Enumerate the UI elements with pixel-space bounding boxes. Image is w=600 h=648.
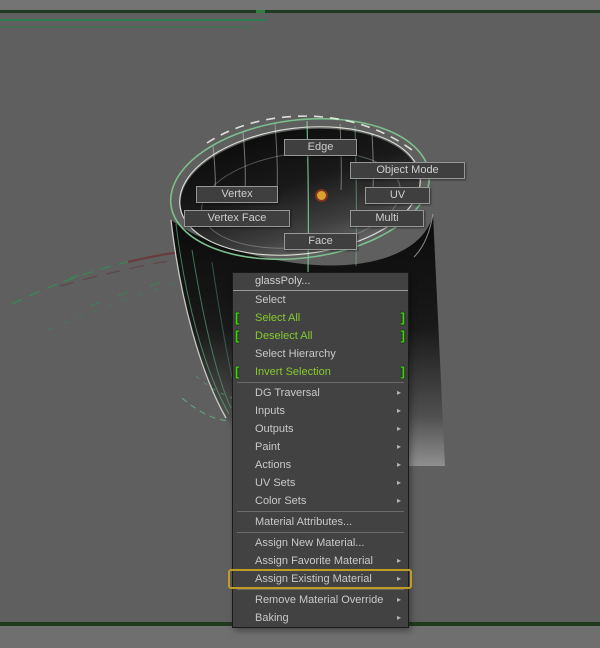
menu-item-label: Outputs <box>255 423 294 435</box>
menu-separator <box>237 532 404 533</box>
submenu-arrow-icon: ▸ <box>396 613 401 622</box>
submenu-arrow-icon: ▸ <box>396 460 401 469</box>
submenu-arrow-icon: ▸ <box>396 442 401 451</box>
menu-item-inputs[interactable]: Inputs ▸ <box>233 402 408 420</box>
menu-item-invert-selection[interactable]: [ Invert Selection ] <box>233 363 408 381</box>
menu-item-uv-sets[interactable]: UV Sets ▸ <box>233 474 408 492</box>
menu-item-remove-material-override[interactable]: Remove Material Override ▸ <box>233 591 408 609</box>
marking-menu-object-mode[interactable]: Object Mode <box>350 162 465 179</box>
menu-item-label: Select Hierarchy <box>255 348 336 360</box>
marking-menu-edge[interactable]: Edge <box>284 139 357 156</box>
menu-item-label: Remove Material Override <box>255 594 384 606</box>
menu-item-label: Assign Existing Material <box>255 573 372 585</box>
submenu-arrow-icon: ▸ <box>396 556 401 565</box>
menu-item-label: DG Traversal <box>255 387 320 399</box>
menu-separator <box>237 382 404 383</box>
marking-menu-vertex[interactable]: Vertex <box>196 186 278 203</box>
menu-item-label: Invert Selection <box>255 366 331 378</box>
menu-separator <box>237 589 404 590</box>
menu-item-outputs[interactable]: Outputs ▸ <box>233 420 408 438</box>
menu-item-paint[interactable]: Paint ▸ <box>233 438 408 456</box>
bracket-left: [ <box>235 328 240 343</box>
menu-item-label: Assign New Material... <box>255 537 365 549</box>
bracket-left: [ <box>235 310 240 325</box>
bracket-right: ] <box>400 310 405 325</box>
menu-item-assign-favorite-material[interactable]: Assign Favorite Material ▸ <box>233 552 408 570</box>
submenu-arrow-icon: ▸ <box>396 595 401 604</box>
submenu-arrow-icon: ▸ <box>396 496 401 505</box>
bracket-left: [ <box>235 364 240 379</box>
submenu-arrow-icon: ▸ <box>396 478 401 487</box>
marking-menu-multi[interactable]: Multi <box>350 210 424 227</box>
menu-item-label: UV Sets <box>255 477 296 489</box>
menu-item-dg-traversal[interactable]: DG Traversal ▸ <box>233 384 408 402</box>
submenu-arrow-icon: ▸ <box>396 388 401 397</box>
menu-item-actions[interactable]: Actions ▸ <box>233 456 408 474</box>
bracket-right: ] <box>400 364 405 379</box>
menu-item-label: Color Sets <box>255 495 307 507</box>
maya-viewport[interactable]: Edge Object Mode Vertex UV Vertex Face M… <box>0 0 600 648</box>
context-menu: glassPoly... Select [ Select All ] [ Des… <box>228 272 412 628</box>
submenu-arrow-icon: ▸ <box>396 406 401 415</box>
marking-menu-center-dot <box>315 189 328 202</box>
menu-item-assign-new-material[interactable]: Assign New Material... <box>233 534 408 552</box>
menu-item-label: Material Attributes... <box>255 516 353 528</box>
marking-menu-uv[interactable]: UV <box>365 187 430 204</box>
menu-item-label: Select All <box>255 312 301 324</box>
menu-item-label: Inputs <box>255 405 285 417</box>
menu-item-color-sets[interactable]: Color Sets ▸ <box>233 492 408 510</box>
menu-title-label: glassPoly... <box>255 275 311 287</box>
menu-item-label: Baking <box>255 612 289 624</box>
menu-item-select[interactable]: Select <box>233 291 408 309</box>
menu-item-assign-existing-material[interactable]: Assign Existing Material ▸ <box>228 569 412 589</box>
menu-title: glassPoly... <box>233 273 408 291</box>
marking-menu-face[interactable]: Face <box>284 233 357 250</box>
menu-item-label: Select <box>255 294 286 306</box>
bracket-right: ] <box>400 328 405 343</box>
submenu-arrow-icon: ▸ <box>396 574 401 583</box>
menu-item-label: Assign Favorite Material <box>255 555 373 567</box>
menu-item-label: Deselect All <box>255 330 313 342</box>
menu-item-deselect-all[interactable]: [ Deselect All ] <box>233 327 408 345</box>
marking-menu-vertex-face[interactable]: Vertex Face <box>184 210 290 227</box>
menu-item-baking[interactable]: Baking ▸ <box>233 609 408 627</box>
menu-separator <box>237 511 404 512</box>
menu-item-select-all[interactable]: [ Select All ] <box>233 309 408 327</box>
submenu-arrow-icon: ▸ <box>396 424 401 433</box>
menu-item-label: Actions <box>255 459 292 471</box>
dashed-grid-ticks <box>69 271 197 307</box>
menu-item-material-attributes[interactable]: Material Attributes... <box>233 513 408 531</box>
menu-item-select-hierarchy[interactable]: Select Hierarchy <box>233 345 408 363</box>
menu-item-label: Paint <box>255 441 281 453</box>
